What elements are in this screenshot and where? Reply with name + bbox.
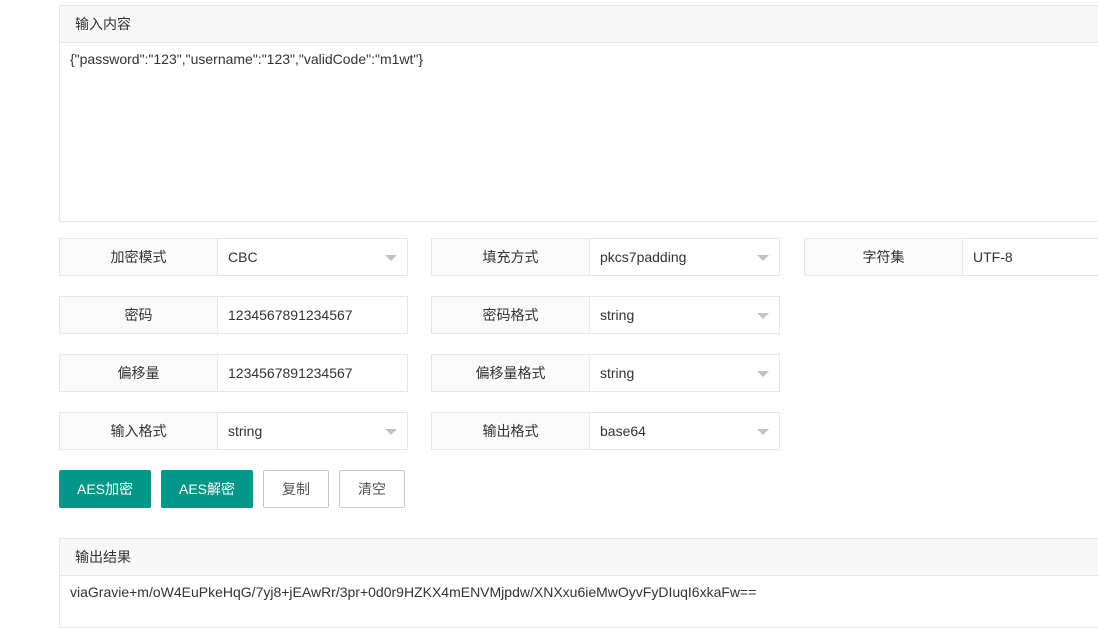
mode-value: CBC xyxy=(228,249,258,265)
key-format-label: 密码格式 xyxy=(431,296,590,334)
output-textarea[interactable]: viaGravie+m/oW4EuPkeHqG/7yj8+jEAwRr/3pr+… xyxy=(60,576,1098,608)
iv-format-select[interactable]: string xyxy=(590,354,780,392)
copy-button[interactable]: 复制 xyxy=(263,470,329,508)
mode-select[interactable]: CBC xyxy=(218,238,408,276)
aes-decrypt-button[interactable]: AES解密 xyxy=(161,470,253,508)
chevron-down-icon xyxy=(385,429,397,435)
key-format-field: 密码格式 string xyxy=(431,296,780,334)
padding-field: 填充方式 pkcs7padding xyxy=(431,238,780,276)
iv-value: 1234567891234567 xyxy=(228,365,353,381)
padding-label: 填充方式 xyxy=(431,238,590,276)
input-panel-title: 输入内容 xyxy=(60,6,1098,43)
iv-label: 偏移量 xyxy=(59,354,218,392)
chevron-down-icon xyxy=(757,371,769,377)
iv-field: 偏移量 1234567891234567 xyxy=(59,354,408,392)
charset-label: 字符集 xyxy=(804,238,963,276)
input-format-select[interactable]: string xyxy=(218,412,408,450)
mode-label: 加密模式 xyxy=(59,238,218,276)
key-value: 1234567891234567 xyxy=(228,307,353,323)
input-panel: 输入内容 {"password":"123","username":"123",… xyxy=(59,5,1098,222)
key-format-select[interactable]: string xyxy=(590,296,780,334)
output-format-select[interactable]: base64 xyxy=(590,412,780,450)
charset-value: UTF-8 xyxy=(973,249,1013,265)
key-field: 密码 1234567891234567 xyxy=(59,296,408,334)
iv-format-label: 偏移量格式 xyxy=(431,354,590,392)
output-format-label: 输出格式 xyxy=(431,412,590,450)
key-input[interactable]: 1234567891234567 xyxy=(218,296,408,334)
padding-select[interactable]: pkcs7padding xyxy=(590,238,780,276)
output-format-field: 输出格式 base64 xyxy=(431,412,780,450)
charset-input[interactable]: UTF-8 xyxy=(963,238,1098,276)
iv-format-value: string xyxy=(600,365,635,381)
chevron-down-icon xyxy=(385,255,397,261)
input-format-value: string xyxy=(228,423,263,439)
key-label: 密码 xyxy=(59,296,218,334)
output-format-value: base64 xyxy=(600,423,646,439)
charset-field: 字符集 UTF-8 xyxy=(804,238,1098,276)
iv-format-field: 偏移量格式 string xyxy=(431,354,780,392)
padding-value: pkcs7padding xyxy=(600,249,687,265)
aes-encrypt-button[interactable]: AES加密 xyxy=(59,470,151,508)
clear-button[interactable]: 清空 xyxy=(339,470,405,508)
chevron-down-icon xyxy=(757,429,769,435)
output-panel: 输出结果 viaGravie+m/oW4EuPkeHqG/7yj8+jEAwRr… xyxy=(59,538,1098,628)
output-panel-title: 输出结果 xyxy=(60,539,1098,576)
input-format-label: 输入格式 xyxy=(59,412,218,450)
mode-field: 加密模式 CBC xyxy=(59,238,408,276)
chevron-down-icon xyxy=(757,313,769,319)
iv-input[interactable]: 1234567891234567 xyxy=(218,354,408,392)
chevron-down-icon xyxy=(757,255,769,261)
input-format-field: 输入格式 string xyxy=(59,412,408,450)
key-format-value: string xyxy=(600,307,635,323)
input-textarea[interactable]: {"password":"123","username":"123","vali… xyxy=(60,43,1098,75)
